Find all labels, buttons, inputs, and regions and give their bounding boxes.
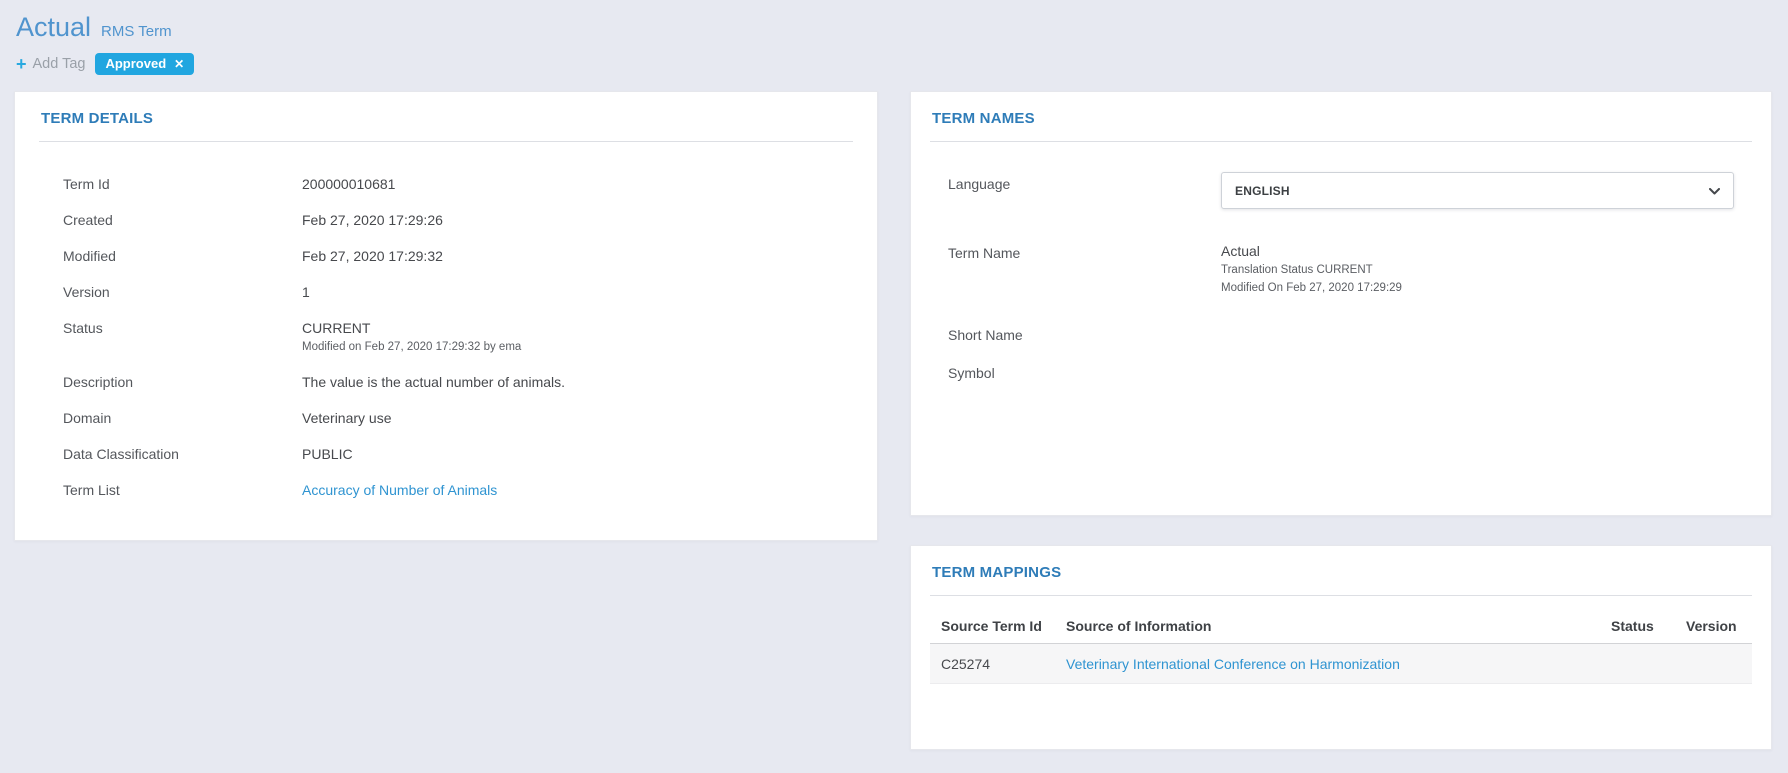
column-header-source-term-id: Source Term Id xyxy=(930,618,1055,634)
detail-row-description: Description The value is the actual numb… xyxy=(39,364,853,400)
field-label: Status xyxy=(63,318,302,338)
source-of-information-link[interactable]: Veterinary International Conference on H… xyxy=(1066,656,1400,672)
term-name-label: Term Name xyxy=(948,241,1221,263)
field-value: Feb 27, 2020 17:29:32 xyxy=(302,246,443,266)
detail-row-domain: Domain Veterinary use xyxy=(39,400,853,436)
section-divider xyxy=(39,141,853,142)
term-list-link[interactable]: Accuracy of Number of Animals xyxy=(302,480,497,500)
page-header: Actual RMS Term + Add Tag Approved ✕ xyxy=(14,12,1772,76)
detail-row-term-id: Term Id 200000010681 xyxy=(39,166,853,202)
field-label: Description xyxy=(63,372,302,392)
page-title: Actual xyxy=(16,12,91,43)
term-details-rows: Term Id 200000010681 Created Feb 27, 202… xyxy=(39,166,853,508)
detail-row-status: Status CURRENT Modified on Feb 27, 2020 … xyxy=(39,310,853,364)
term-name-row: Term Name Actual Translation Status CURR… xyxy=(930,233,1752,305)
plus-icon: + xyxy=(16,55,27,73)
source-term-id-cell: C25274 xyxy=(930,656,1055,672)
term-mappings-table: Source Term Id Source of Information Sta… xyxy=(930,618,1752,684)
remove-tag-icon[interactable]: ✕ xyxy=(174,57,184,71)
modified-on-note: Modified On Feb 27, 2020 17:29:29 xyxy=(1221,280,1402,297)
term-mappings-title: TERM MAPPINGS xyxy=(930,564,1752,581)
field-value: Veterinary use xyxy=(302,408,392,428)
language-label: Language xyxy=(948,172,1221,194)
page: Actual RMS Term + Add Tag Approved ✕ TER… xyxy=(0,0,1788,750)
section-divider xyxy=(930,141,1752,142)
column-header-version: Version xyxy=(1675,618,1752,634)
column-header-source-of-information: Source of Information xyxy=(1055,618,1600,634)
field-label: Data Classification xyxy=(63,444,302,464)
term-details-panel: TERM DETAILS Term Id 200000010681 Create… xyxy=(14,91,878,541)
detail-row-data-classification: Data Classification PUBLIC xyxy=(39,436,853,472)
tag-label: Approved xyxy=(105,56,166,71)
field-label: Term List xyxy=(63,480,302,500)
chevron-down-icon xyxy=(1709,182,1720,200)
add-tag-label: Add Tag xyxy=(33,56,86,72)
tag-row: + Add Tag Approved ✕ xyxy=(16,52,1772,76)
table-row: C25274 Veterinary International Conferen… xyxy=(930,644,1752,684)
field-label: Created xyxy=(63,210,302,230)
field-label: Version xyxy=(63,282,302,302)
column-header-status: Status xyxy=(1600,618,1675,634)
right-column: TERM NAMES Language ENGLISH Term Nam xyxy=(910,91,1772,750)
title-line: Actual RMS Term xyxy=(16,12,1772,43)
term-details-title: TERM DETAILS xyxy=(39,110,853,127)
field-value: The value is the actual number of animal… xyxy=(302,372,565,392)
table-header-row: Source Term Id Source of Information Sta… xyxy=(930,618,1752,644)
content-columns: TERM DETAILS Term Id 200000010681 Create… xyxy=(14,91,1772,750)
field-label: Term Id xyxy=(63,174,302,194)
language-selected-value: ENGLISH xyxy=(1235,184,1290,198)
term-names-title: TERM NAMES xyxy=(930,110,1752,127)
field-value: 200000010681 xyxy=(302,174,395,194)
translation-status-note: Translation Status CURRENT xyxy=(1221,262,1402,279)
section-divider xyxy=(930,595,1752,596)
field-value: 1 xyxy=(302,282,310,302)
term-name-value: Actual xyxy=(1221,241,1402,261)
term-names-panel: TERM NAMES Language ENGLISH Term Nam xyxy=(910,91,1772,516)
term-names-rows: Language ENGLISH Term Name Actual Tra xyxy=(930,164,1752,391)
field-value: PUBLIC xyxy=(302,444,353,464)
status-modified-note: Modified on Feb 27, 2020 17:29:32 by ema xyxy=(302,339,521,356)
short-name-label: Short Name xyxy=(948,323,1221,345)
field-value: Feb 27, 2020 17:29:26 xyxy=(302,210,443,230)
add-tag-button[interactable]: + Add Tag xyxy=(16,55,85,73)
symbol-label: Symbol xyxy=(948,361,1221,383)
short-name-row: Short Name xyxy=(930,315,1752,353)
language-select[interactable]: ENGLISH xyxy=(1221,172,1734,209)
status-value: CURRENT xyxy=(302,318,521,338)
field-label: Modified xyxy=(63,246,302,266)
detail-row-version: Version 1 xyxy=(39,274,853,310)
tag-badge-approved[interactable]: Approved ✕ xyxy=(95,53,194,75)
source-of-information-cell: Veterinary International Conference on H… xyxy=(1055,656,1600,672)
page-subtitle: RMS Term xyxy=(101,23,172,40)
symbol-row: Symbol xyxy=(930,353,1752,391)
detail-row-term-list: Term List Accuracy of Number of Animals xyxy=(39,472,853,508)
field-label: Domain xyxy=(63,408,302,428)
detail-row-modified: Modified Feb 27, 2020 17:29:32 xyxy=(39,238,853,274)
detail-row-created: Created Feb 27, 2020 17:29:26 xyxy=(39,202,853,238)
term-mappings-panel: TERM MAPPINGS Source Term Id Source of I… xyxy=(910,545,1772,750)
left-column: TERM DETAILS Term Id 200000010681 Create… xyxy=(14,91,878,750)
language-row: Language ENGLISH xyxy=(930,164,1752,217)
